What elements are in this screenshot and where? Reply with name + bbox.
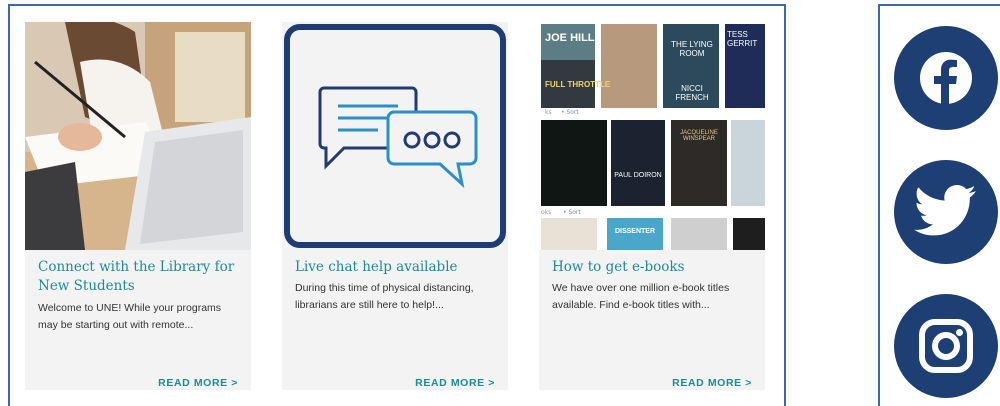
news-card-ebooks[interactable]: ks • Sort oks • Sort JOE HILL FULL THROT… <box>539 22 765 390</box>
svg-text:ks: ks <box>545 109 552 116</box>
book-title-dissenter: DISSENTER <box>614 228 656 235</box>
chat-bubbles-icon <box>318 86 478 189</box>
news-card-live-chat[interactable]: Live chat help available During this tim… <box>282 22 508 390</box>
social-panel <box>878 4 1000 406</box>
card-excerpt: Welcome to UNE! While your programs may … <box>38 302 222 331</box>
facebook-link[interactable] <box>894 26 998 130</box>
book-author-paul-doiron: PAUL DOIRON <box>614 172 662 179</box>
ebook-covers-image: ks • Sort oks • Sort JOE HILL FULL THROT… <box>539 22 765 250</box>
read-more-link[interactable]: READ MORE > <box>415 377 495 389</box>
instagram-link[interactable] <box>894 294 998 398</box>
svg-text:• Sort: • Sort <box>563 209 581 216</box>
chat-frame <box>284 24 506 248</box>
card-excerpt: We have over one million e-book titles a… <box>552 282 730 311</box>
facebook-icon <box>920 52 972 104</box>
read-more-link[interactable]: READ MORE > <box>672 377 752 389</box>
instagram-icon <box>919 319 973 373</box>
svg-text:• Sort: • Sort <box>561 109 579 116</box>
news-card-new-students[interactable]: Connect with the Library for New Student… <box>25 22 251 390</box>
book-title-joe-hill: JOE HILL <box>545 32 595 44</box>
book-author-winspear: JACQUELINE WINSPEAR <box>680 130 718 142</box>
twitter-link[interactable] <box>894 160 998 264</box>
twitter-icon <box>914 185 976 236</box>
card-excerpt: During this time of physical distancing,… <box>295 282 474 311</box>
card-title[interactable]: Live chat help available <box>295 258 500 277</box>
book-title-full-throttle: FULL THROTTLE <box>545 80 611 89</box>
card-title[interactable]: Connect with the Library for New Student… <box>38 258 243 296</box>
book-author-nicci-french: NICCI FRENCH <box>675 84 709 102</box>
chat-illustration <box>282 22 508 250</box>
book-title-lying-room: THE LYING ROOM <box>671 40 713 58</box>
card-title[interactable]: How to get e-books <box>552 258 757 277</box>
student-photo <box>25 22 251 250</box>
read-more-link[interactable]: READ MORE > <box>158 377 238 389</box>
book-title-tess: TESS GERRIT <box>727 30 758 48</box>
svg-text:oks: oks <box>541 209 551 216</box>
